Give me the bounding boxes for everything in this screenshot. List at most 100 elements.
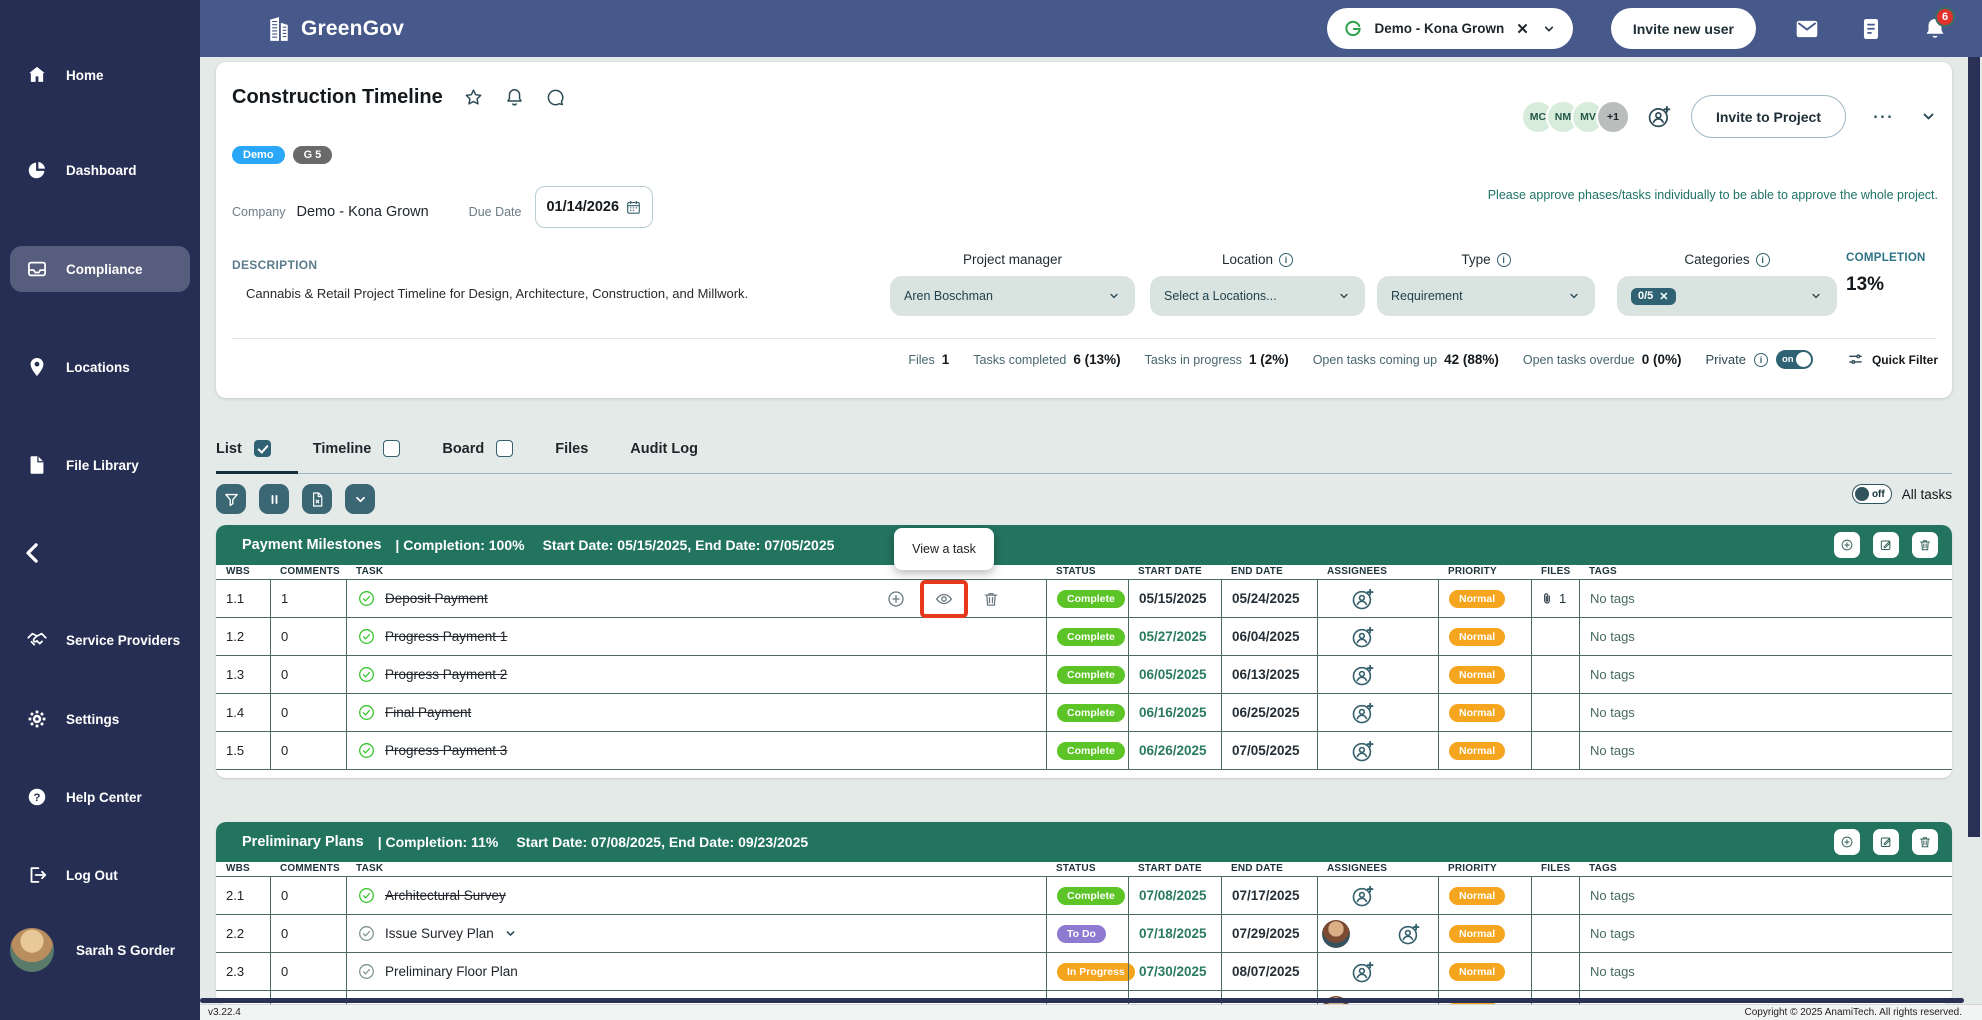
categories-chip[interactable]: 0/5 ✕ [1631,288,1676,305]
tags-cell[interactable]: No tags [1579,580,1952,617]
expand-options-button[interactable] [345,484,375,514]
add-task-button[interactable] [1834,829,1860,855]
member-avatars[interactable]: MC NM MV +1 [1521,100,1630,134]
task-name[interactable]: Issue Survey Plan [385,926,494,941]
add-assignee-icon[interactable] [1350,883,1376,909]
private-toggle[interactable]: on [1776,350,1813,369]
start-date-cell[interactable]: 07/30/2025 [1128,953,1221,990]
add-task-button[interactable] [1834,532,1860,558]
task-name[interactable]: Final Payment [385,705,471,720]
vertical-scrollbar-thumb[interactable] [1968,57,1980,837]
horizontal-scrollbar[interactable] [200,998,1964,1003]
task-check-icon[interactable] [357,665,376,684]
add-assignee-icon[interactable] [1396,921,1422,947]
delete-phase-button[interactable] [1912,532,1938,558]
assignee-avatar[interactable] [1322,920,1350,948]
status-badge[interactable]: To Do [1057,925,1106,943]
invite-new-user-button[interactable]: Invite new user [1611,8,1756,49]
categories-select[interactable]: 0/5 ✕ [1617,276,1837,316]
add-assignee-icon[interactable] [1350,700,1376,726]
start-date-cell[interactable]: 05/15/2025 [1128,580,1221,617]
table-row[interactable]: 1.3 0 Progress Payment 2 Complete 06/05/… [216,656,1952,694]
pause-button[interactable] [259,484,289,514]
delete-phase-button[interactable] [1912,829,1938,855]
end-date-cell[interactable]: 06/13/2025 [1221,656,1317,693]
add-assignee-icon[interactable] [1350,624,1376,650]
more-options-icon[interactable]: ⋯ [1872,104,1895,129]
phase-header[interactable]: Preliminary Plans | Completion: 11% Star… [216,822,1952,862]
tab-board[interactable]: Board [442,440,513,457]
task-check-icon[interactable] [357,627,376,646]
sidebar-collapse-icon[interactable] [18,538,48,568]
clear-company-icon[interactable]: ✕ [1516,20,1529,38]
task-name[interactable]: Progress Payment 2 [385,667,507,682]
phase-header[interactable]: Payment Milestones | Completion: 100% St… [216,525,1952,565]
sidebar-item-dashboard[interactable]: Dashboard [0,147,200,193]
end-date-cell[interactable]: 07/29/2025 [1221,915,1317,952]
tags-cell[interactable]: No tags [1579,694,1952,731]
end-date-cell[interactable]: 06/25/2025 [1221,694,1317,731]
task-check-icon[interactable] [357,741,376,760]
priority-badge[interactable]: Normal [1449,628,1505,646]
table-row[interactable]: 2.2 0 Issue Survey Plan To Do 07/18/2025… [216,915,1952,953]
add-member-icon[interactable] [1646,103,1673,130]
info-icon[interactable]: i [1279,253,1293,267]
start-date-cell[interactable]: 07/18/2025 [1128,915,1221,952]
vertical-scrollbar-track[interactable] [1966,57,1982,1004]
sidebar-user[interactable]: Sarah S Gorder [10,928,200,972]
tags-cell[interactable]: No tags [1579,953,1952,990]
files-cell[interactable] [1531,732,1579,769]
status-badge[interactable]: Complete [1057,704,1125,722]
end-date-cell[interactable]: 06/04/2025 [1221,618,1317,655]
invite-to-project-button[interactable]: Invite to Project [1691,95,1846,138]
favorite-star-icon[interactable] [463,87,484,108]
expand-subtasks-icon[interactable] [503,926,518,941]
task-check-icon[interactable] [357,589,376,608]
status-badge[interactable]: Complete [1057,628,1125,646]
task-name[interactable]: Progress Payment 1 [385,629,507,644]
files-cell[interactable]: 1 [1531,580,1579,617]
collapse-header-icon[interactable] [1919,107,1938,126]
sidebar-item-log-out[interactable]: Log Out [0,852,200,898]
table-row[interactable]: 2.3 0 Preliminary Floor Plan In Progress… [216,953,1952,991]
priority-badge[interactable]: Normal [1449,742,1505,760]
chevron-down-icon[interactable] [1541,21,1557,37]
task-check-icon[interactable] [357,924,376,943]
status-badge[interactable]: Complete [1057,666,1125,684]
info-icon[interactable]: i [1756,253,1770,267]
table-row[interactable]: 1.2 0 Progress Payment 1 Complete 05/27/… [216,618,1952,656]
filter-button[interactable] [216,484,246,514]
end-date-cell[interactable]: 05/24/2025 [1221,580,1317,617]
add-assignee-icon[interactable] [1350,959,1376,985]
status-badge[interactable]: Complete [1057,742,1125,760]
status-badge[interactable]: Complete [1057,887,1125,905]
tags-cell[interactable]: No tags [1579,877,1952,914]
notifications-bell[interactable]: 6 [1922,16,1948,42]
sidebar-item-compliance[interactable]: Compliance [10,246,190,292]
end-date-cell[interactable]: 07/17/2025 [1221,877,1317,914]
edit-phase-button[interactable] [1873,829,1899,855]
priority-badge[interactable]: Normal [1449,963,1505,981]
priority-badge[interactable]: Normal [1449,666,1505,684]
files-cell[interactable] [1531,877,1579,914]
tab-files[interactable]: Files [555,441,588,457]
remove-categories-icon[interactable]: ✕ [1659,290,1668,303]
sidebar-item-help-center[interactable]: Help Center [0,774,200,820]
tags-cell[interactable]: No tags [1579,618,1952,655]
tags-cell[interactable]: No tags [1579,656,1952,693]
end-date-cell[interactable]: 07/05/2025 [1221,732,1317,769]
tab-list[interactable]: List [216,440,271,457]
priority-badge[interactable]: Normal [1449,925,1505,943]
info-icon[interactable]: i [1754,353,1768,367]
task-name[interactable]: Preliminary Floor Plan [385,964,518,979]
sidebar-item-file-library[interactable]: File Library [0,442,200,488]
export-file-button[interactable] [302,484,332,514]
task-check-icon[interactable] [357,703,376,722]
table-row[interactable]: 2.1 0 Architectural Survey Complete 07/0… [216,877,1952,915]
start-date-cell[interactable]: 06/16/2025 [1128,694,1221,731]
location-select[interactable]: Select a Locations... [1150,276,1365,316]
mail-icon[interactable] [1794,16,1820,42]
app-logo[interactable]: GreenGov [264,14,404,44]
due-date-field[interactable]: 01/14/2026 [535,186,653,228]
edit-phase-button[interactable] [1873,532,1899,558]
